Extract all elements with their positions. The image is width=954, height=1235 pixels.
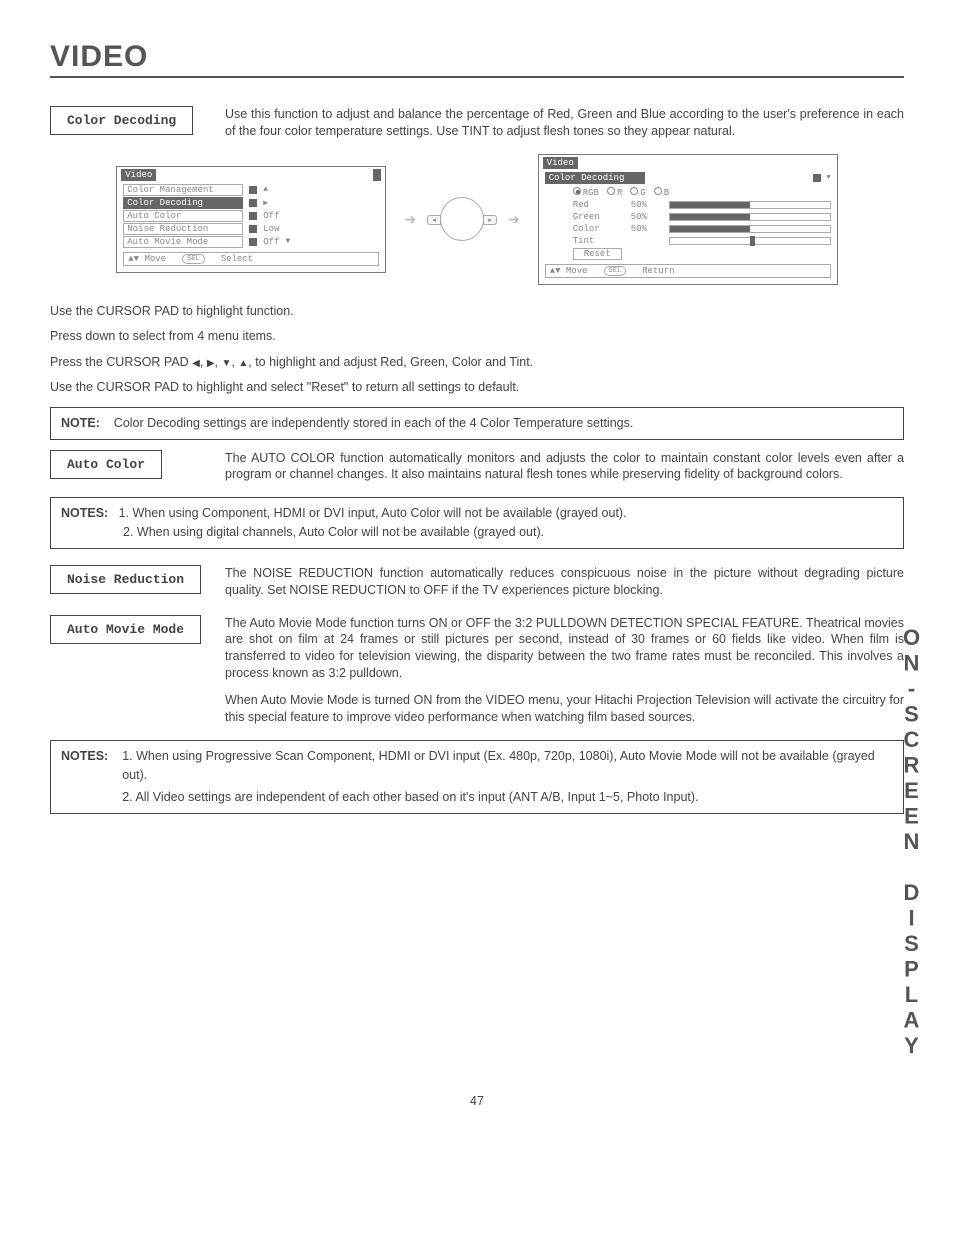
arrow-icon: ➔ xyxy=(404,211,416,228)
note-box-1: NOTE: Color Decoding settings are indepe… xyxy=(50,407,904,440)
osd1-item-1: Color Decoding xyxy=(123,197,243,209)
notes-box-2: NOTES: 1. When using Component, HDMI or … xyxy=(50,497,904,549)
osd1-title: Video xyxy=(121,169,156,181)
osd2-reset: Reset xyxy=(573,248,622,260)
text-color-decoding: Use this function to adjust and balance … xyxy=(225,106,904,140)
instruction-line-4: Use the CURSOR PAD to highlight and sele… xyxy=(50,379,904,397)
side-tab: ON-SCREEN DISPLAY xyxy=(898,625,924,1059)
osd-color-decoding-menu: Video Color Decoding▼ RGB R G B Red50% G… xyxy=(538,154,838,285)
label-color-decoding: Color Decoding xyxy=(50,106,193,135)
page-title: VIDEO xyxy=(50,40,904,78)
text-noise-reduction: The NOISE REDUCTION function automatical… xyxy=(225,565,904,599)
osd1-item-4: Auto Movie Mode xyxy=(123,236,243,248)
text-auto-movie-mode: The Auto Movie Mode function turns ON or… xyxy=(225,615,904,726)
arrow-icon: ➔ xyxy=(508,211,520,228)
instruction-line-3: Press the CURSOR PAD ◀, ▶, ▼, ▲, to high… xyxy=(50,354,904,372)
osd1-item-3: Noise Reduction xyxy=(123,223,243,235)
osd2-radios: RGB R G B xyxy=(573,187,831,198)
text-auto-color: The AUTO COLOR function automatically mo… xyxy=(225,450,904,484)
label-noise-reduction: Noise Reduction xyxy=(50,565,201,594)
instruction-line-2: Press down to select from 4 menu items. xyxy=(50,328,904,346)
label-auto-movie-mode: Auto Movie Mode xyxy=(50,615,201,644)
osd2-title: Video xyxy=(543,157,578,169)
osd-video-menu: Video Color Management▲ Color Decoding▶ … xyxy=(116,166,386,273)
label-auto-color: Auto Color xyxy=(50,450,162,479)
osd1-item-2: Auto Color xyxy=(123,210,243,222)
osd2-subtitle: Color Decoding xyxy=(545,172,645,184)
instruction-line-1: Use the CURSOR PAD to highlight function… xyxy=(50,303,904,321)
page-number: 47 xyxy=(50,1094,904,1108)
osd-figure-row: Video Color Management▲ Color Decoding▶ … xyxy=(50,154,904,285)
notes-box-3: NOTES: 1. When using Progressive Scan Co… xyxy=(50,740,904,814)
cursor-pad-icon: ◂▸ xyxy=(434,191,490,247)
osd1-item-0: Color Management xyxy=(123,184,243,196)
